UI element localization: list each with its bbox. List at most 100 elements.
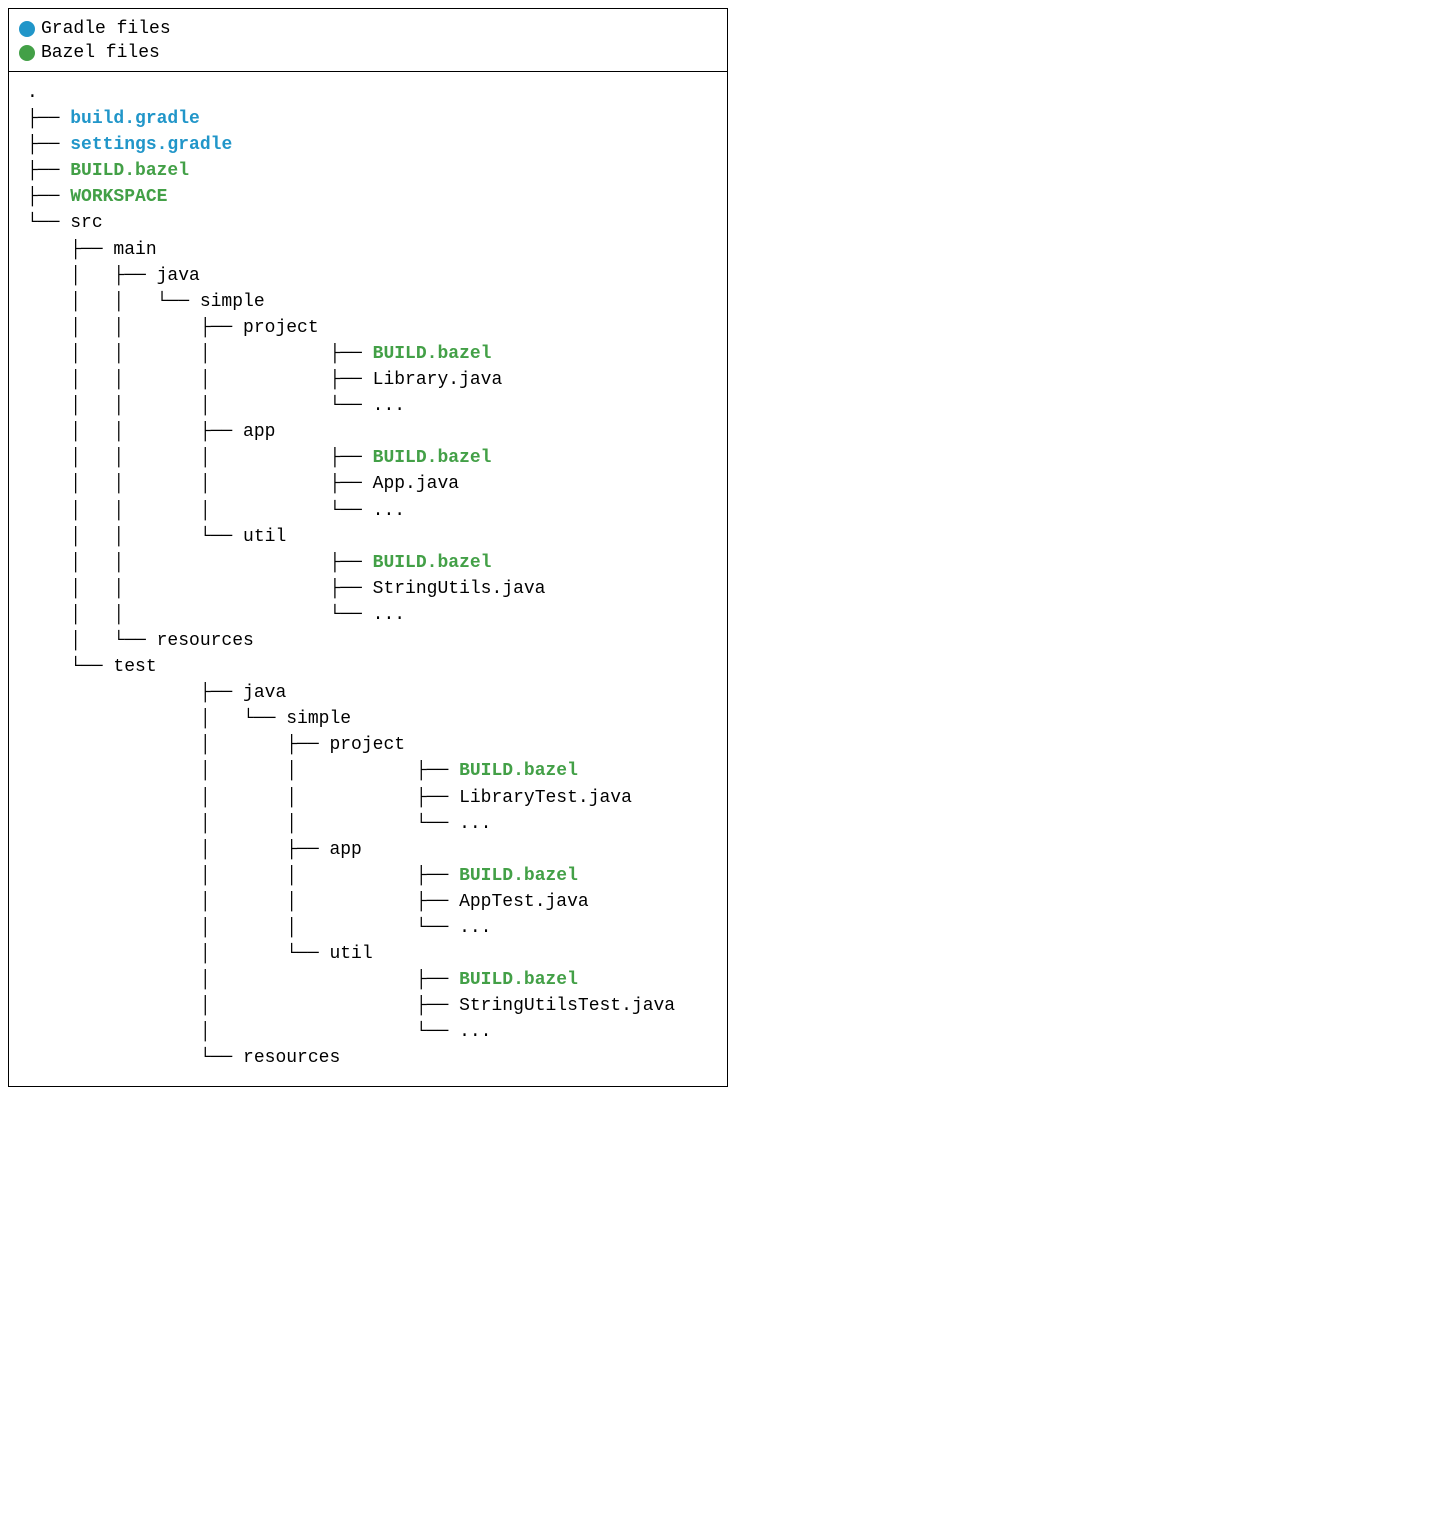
tree-row: └── src (27, 210, 723, 236)
tree-row: │ │ ├── BUILD.bazel (27, 863, 723, 889)
tree-row: ├── main (27, 237, 723, 263)
tree-node-label: resources (157, 631, 254, 651)
tree-branch-prefix: │ │ └── (27, 814, 459, 834)
tree-node-label: project (243, 318, 319, 338)
tree-branch-prefix: │ │ └── (27, 918, 459, 938)
tree-node-label: project (329, 735, 405, 755)
legend: Gradle files Bazel files (9, 9, 727, 72)
tree-row: │ └── simple (27, 706, 723, 732)
tree-node-label: simple (286, 709, 351, 729)
tree-row: │ └── util (27, 941, 723, 967)
tree-node-label: test (113, 657, 156, 677)
tree-branch-prefix: . (27, 83, 38, 103)
tree-branch-prefix: │ │ └── (27, 605, 373, 625)
tree-node-label: StringUtils.java (373, 579, 546, 599)
tree-row: . (27, 80, 723, 106)
tree-node-label: src (70, 213, 102, 233)
tree-node-label: util (329, 944, 372, 964)
tree-branch-prefix: ├── (27, 683, 243, 703)
legend-gradle-label: Gradle files (41, 19, 171, 39)
tree-row: │ │ ├── BUILD.bazel (27, 758, 723, 784)
tree-branch-prefix: └── (27, 1048, 243, 1068)
tree-branch-prefix: │ ├── (27, 996, 459, 1016)
tree-node-label: util (243, 527, 286, 547)
tree-branch-prefix: │ │ ├── (27, 553, 373, 573)
tree-row: │ │ ├── project (27, 315, 723, 341)
legend-item-gradle: Gradle files (19, 17, 717, 41)
tree-branch-prefix: │ │ │ └── (27, 501, 373, 521)
tree-node-label: ... (373, 605, 405, 625)
tree-branch-prefix: │ │ │ ├── (27, 344, 373, 364)
tree-branch-prefix: │ └── (27, 709, 286, 729)
tree-branch-prefix: ├── (27, 187, 70, 207)
tree-row: │ │ │ ├── App.java (27, 471, 723, 497)
tree-branch-prefix: │ │ ├── (27, 318, 243, 338)
tree-node-label: BUILD.bazel (373, 344, 492, 364)
tree-row: │ │ ├── LibraryTest.java (27, 785, 723, 811)
tree-branch-prefix: │ ├── (27, 735, 329, 755)
tree-row: │ │ ├── BUILD.bazel (27, 550, 723, 576)
tree-node-label: ... (459, 814, 491, 834)
tree-row: │ ├── java (27, 263, 723, 289)
tree-row: │ │ ├── app (27, 419, 723, 445)
tree-row: │ ├── StringUtilsTest.java (27, 993, 723, 1019)
tree-node-label: build.gradle (70, 109, 200, 129)
tree-row: │ └── ... (27, 1019, 723, 1045)
tree-row: └── test (27, 654, 723, 680)
tree-row: │ │ │ └── ... (27, 393, 723, 419)
tree-branch-prefix: │ └── (27, 631, 157, 651)
tree-row: └── resources (27, 1045, 723, 1071)
tree-node-label: LibraryTest.java (459, 788, 632, 808)
tree-row: │ └── resources (27, 628, 723, 654)
tree-node-label: BUILD.bazel (373, 448, 492, 468)
tree-node-label: BUILD.bazel (459, 866, 578, 886)
tree-node-label: App.java (373, 474, 459, 494)
tree-row: │ ├── project (27, 732, 723, 758)
tree-node-label: main (113, 240, 156, 260)
tree-row: │ ├── app (27, 837, 723, 863)
tree-branch-prefix: │ │ │ ├── (27, 474, 373, 494)
tree-row: ├── build.gradle (27, 106, 723, 132)
tree-node-label: ... (459, 918, 491, 938)
tree-row: │ │ │ ├── BUILD.bazel (27, 341, 723, 367)
tree-branch-prefix: │ │ └── (27, 292, 200, 312)
tree-branch-prefix: │ ├── (27, 266, 157, 286)
file-tree: .├── build.gradle├── settings.gradle├── … (9, 72, 727, 1086)
tree-node-label: AppTest.java (459, 892, 589, 912)
tree-branch-prefix: │ │ ├── (27, 761, 459, 781)
tree-row: │ ├── BUILD.bazel (27, 967, 723, 993)
tree-node-label: app (243, 422, 275, 442)
legend-item-bazel: Bazel files (19, 41, 717, 65)
tree-row: │ │ └── util (27, 524, 723, 550)
tree-row: ├── java (27, 680, 723, 706)
tree-row: │ │ └── ... (27, 602, 723, 628)
tree-branch-prefix: │ ├── (27, 970, 459, 990)
tree-node-label: WORKSPACE (70, 187, 167, 207)
tree-node-label: java (243, 683, 286, 703)
tree-node-label: BUILD.bazel (70, 161, 189, 181)
tree-node-label: BUILD.bazel (459, 970, 578, 990)
tree-row: ├── settings.gradle (27, 132, 723, 158)
tree-node-label: StringUtilsTest.java (459, 996, 675, 1016)
tree-branch-prefix: │ │ ├── (27, 422, 243, 442)
tree-row: │ │ ├── AppTest.java (27, 889, 723, 915)
tree-node-label: ... (373, 396, 405, 416)
tree-branch-prefix: │ │ │ └── (27, 396, 373, 416)
tree-node-label: ... (373, 501, 405, 521)
tree-branch-prefix: └── (27, 213, 70, 233)
tree-branch-prefix: │ │ ├── (27, 892, 459, 912)
tree-branch-prefix: │ ├── (27, 840, 329, 860)
tree-row: │ │ │ ├── Library.java (27, 367, 723, 393)
tree-node-label: BUILD.bazel (459, 761, 578, 781)
tree-branch-prefix: │ │ ├── (27, 579, 373, 599)
tree-branch-prefix: │ └── (27, 1022, 459, 1042)
tree-branch-prefix: │ └── (27, 944, 329, 964)
tree-node-label: resources (243, 1048, 340, 1068)
tree-branch-prefix: ├── (27, 135, 70, 155)
tree-row: ├── BUILD.bazel (27, 158, 723, 184)
dot-bazel-icon (19, 45, 35, 61)
tree-row: ├── WORKSPACE (27, 184, 723, 210)
tree-row: │ │ └── simple (27, 289, 723, 315)
tree-branch-prefix: ├── (27, 240, 113, 260)
tree-branch-prefix: │ │ │ ├── (27, 448, 373, 468)
